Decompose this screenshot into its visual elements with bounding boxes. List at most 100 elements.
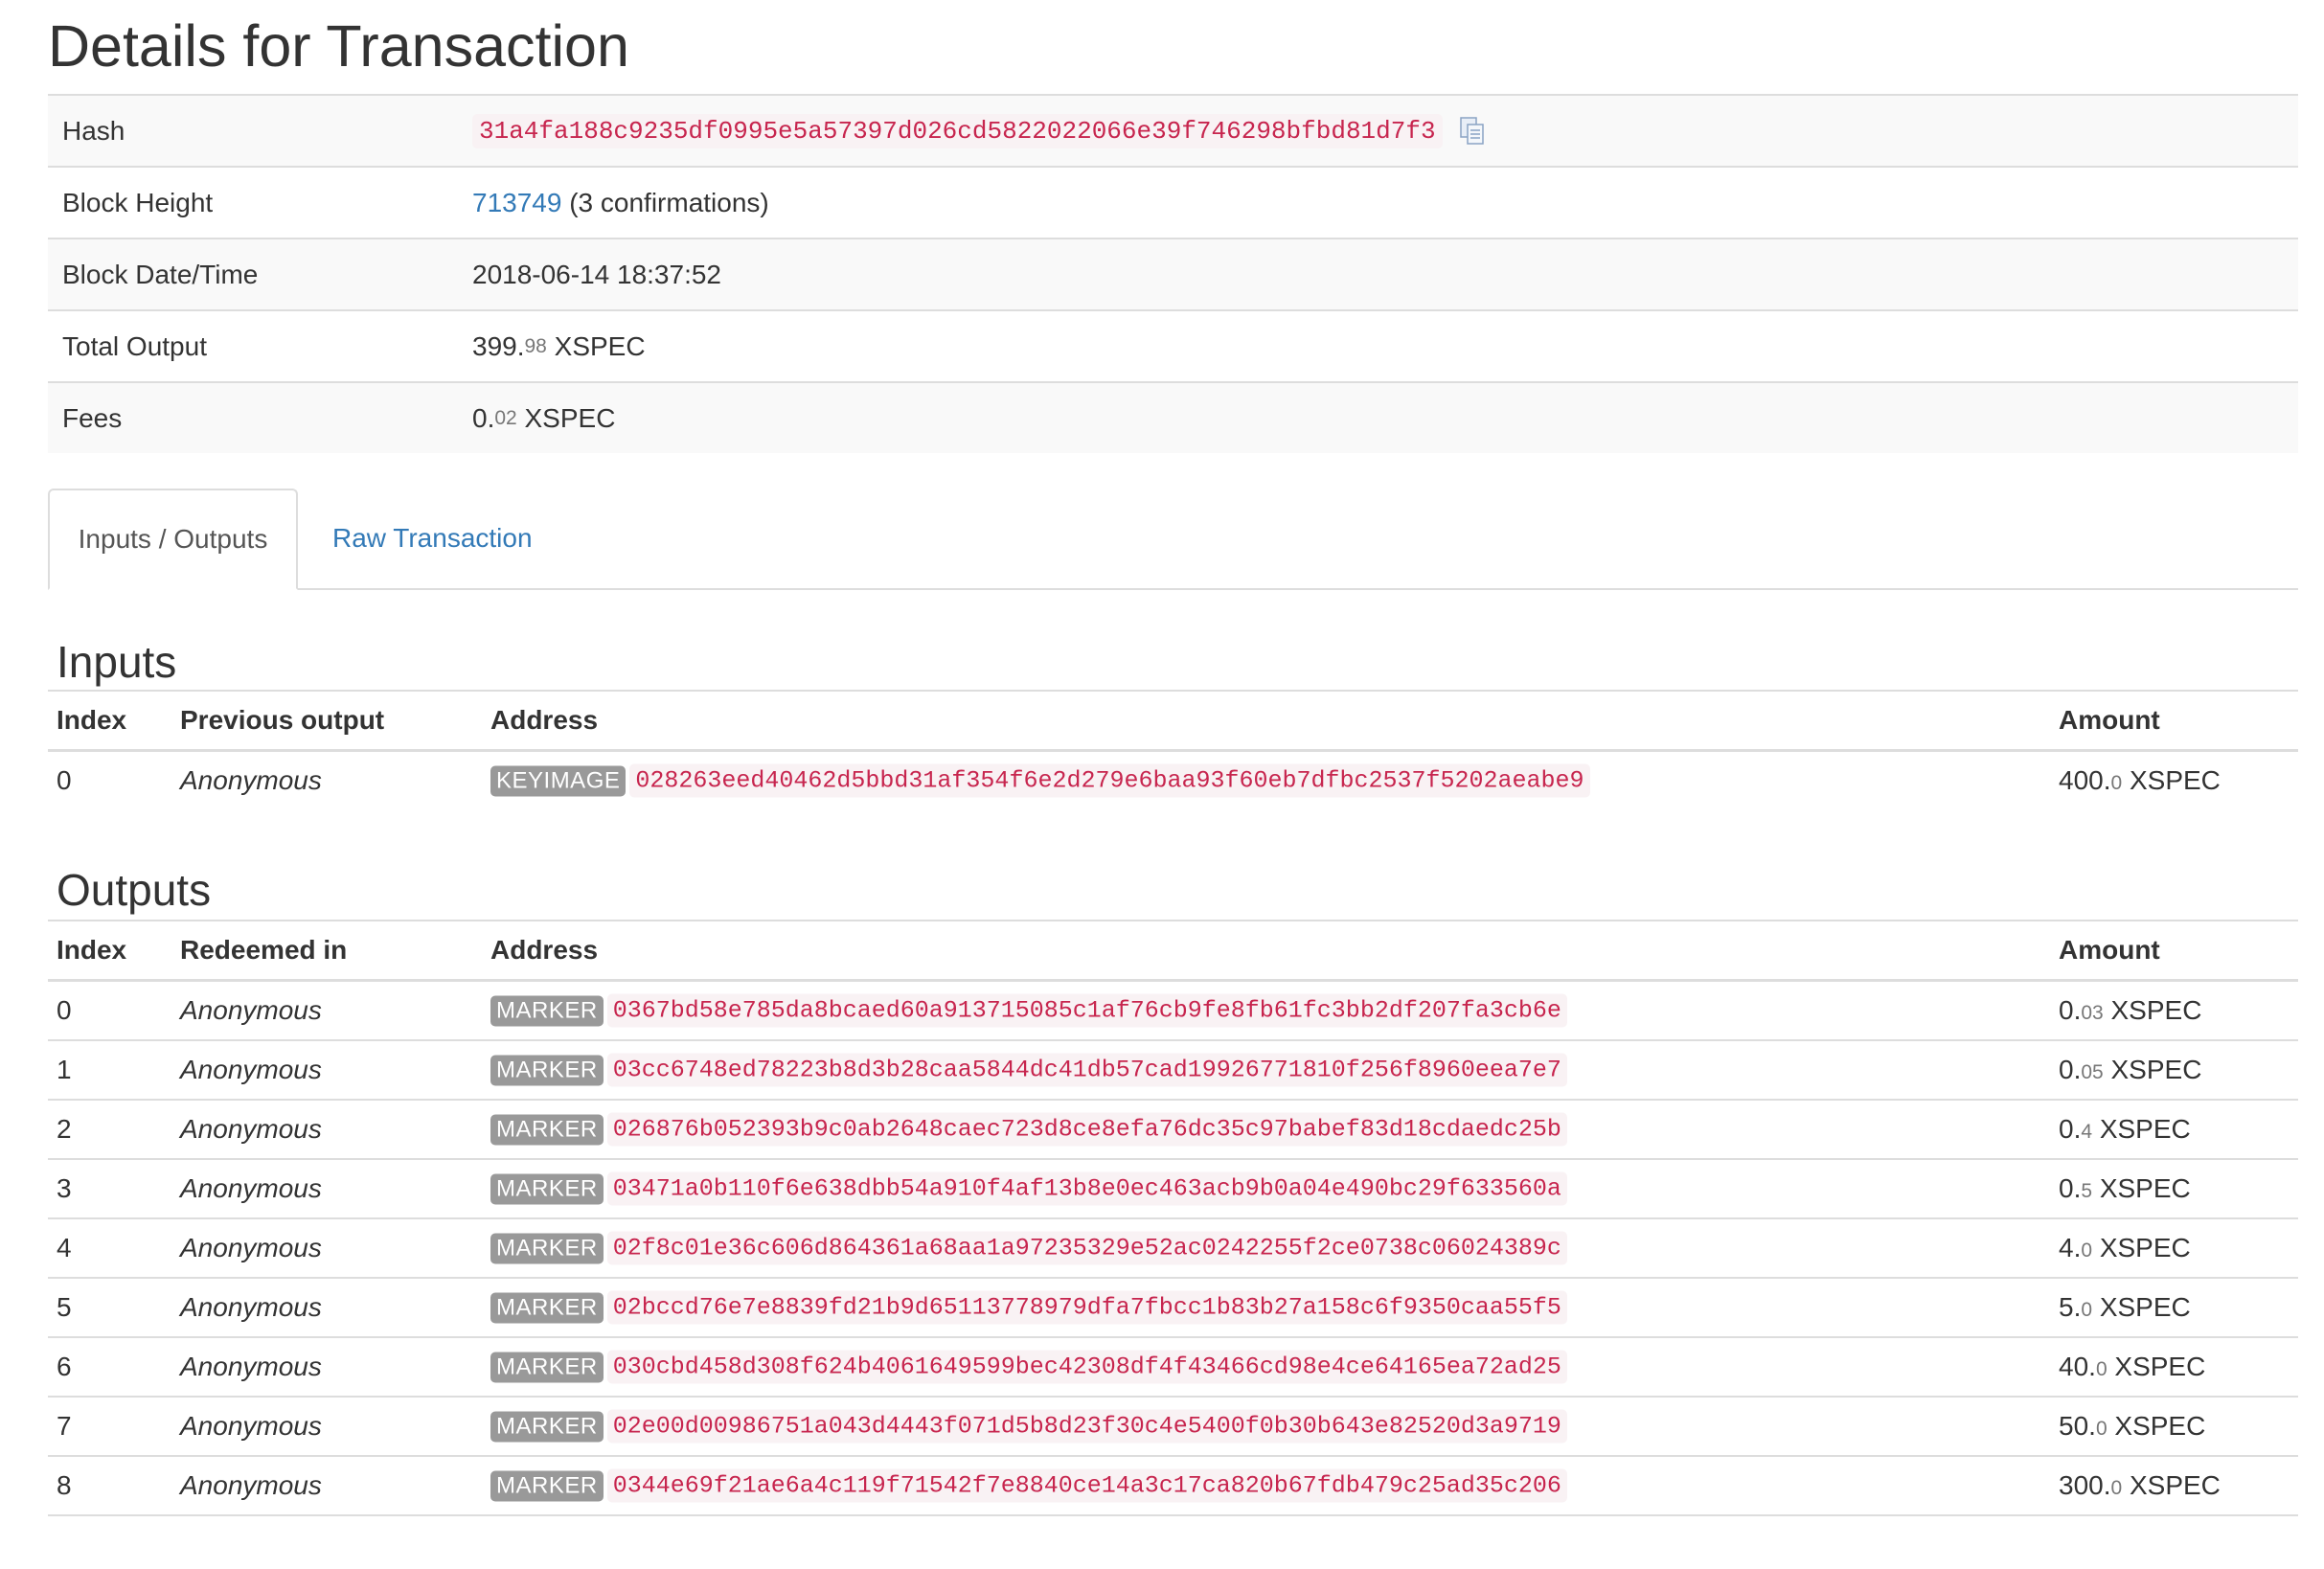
row-redeemed-in: Anonymous [180, 1292, 322, 1322]
row-address: MARKER 02bccd76e7e8839fd21b9d65113778979d… [490, 1290, 1567, 1325]
inputs-header-index: Index [57, 705, 127, 735]
row-address: MARKER 0344e69f21ae6a4c119f71542f7e8840ce… [490, 1468, 1567, 1503]
outputs-header-row: Index Redeemed in Address Amount [48, 921, 2298, 982]
row-address: KEYIMAGE 028263eed40462d5bbd31af354f6e2d2… [490, 763, 1590, 798]
amount-int: 50. [2059, 1411, 2096, 1441]
total-output-label: Total Output [62, 330, 207, 361]
address-value[interactable]: 02e00d00986751a043d4443f071d5b8d23f30c4e… [606, 1409, 1567, 1444]
block-height-link[interactable]: 713749 [472, 188, 561, 218]
address-value[interactable]: 02f8c01e36c606d864361a68aa1a97235329e52a… [606, 1231, 1567, 1265]
row-redeemed-in: Anonymous [180, 1411, 322, 1441]
address-type-badge: MARKER [490, 1173, 604, 1204]
row-address: MARKER 03471a0b110f6e638dbb54a910f4af13b8… [490, 1171, 1567, 1206]
amount-frac: 03 [2081, 1002, 2104, 1024]
block-datetime-label: Block Date/Time [62, 259, 259, 289]
row-index: 6 [57, 1352, 72, 1381]
hash-label: Hash [62, 115, 125, 146]
amount-unit: XSPEC [2099, 1233, 2191, 1262]
inputs-heading: Inputs [57, 637, 177, 687]
amount-unit: XSPEC [2129, 1470, 2221, 1500]
amount-unit: XSPEC [2129, 765, 2221, 795]
amount-int: 300. [2059, 1470, 2111, 1500]
page-title: Details for Transaction [48, 13, 629, 79]
address-type-badge: MARKER [490, 1411, 604, 1442]
fees-unit: XSPEC [524, 402, 616, 433]
row-amount: 0.03 XSPEC [2059, 995, 2201, 1026]
inputs-table: Index Previous output Address Amount 0 An… [48, 690, 2298, 809]
hash-value[interactable]: 31a4fa188c9235df0995e5a57397d026cd582202… [472, 113, 1443, 148]
inputs-header-amount: Amount [2059, 705, 2160, 735]
tab-inputs-outputs[interactable]: Inputs / Outputs [48, 489, 298, 590]
amount-unit: XSPEC [2114, 1411, 2206, 1441]
table-row: 6 Anonymous MARKER 030cbd458d308f624b406164… [48, 1338, 2298, 1398]
address-value[interactable]: 0367bd58e785da8bcaed60a913715085c1af76cb… [606, 993, 1567, 1028]
tab-bar: Inputs / Outputs Raw Transaction [48, 489, 2298, 590]
row-address: MARKER 0367bd58e785da8bcaed60a913715085c1… [490, 993, 1567, 1028]
block-height-value-cell: 713749 (3 confirmations) [472, 188, 769, 218]
inputs-header-row: Index Previous output Address Amount [48, 692, 2298, 752]
row-index: 0 [57, 765, 72, 795]
confirmations-text: (3 confirmations) [569, 187, 769, 217]
address-type-badge: MARKER [490, 1470, 604, 1501]
table-row: 8 Anonymous MARKER 0344e69f21ae6a4c119f7154… [48, 1457, 2298, 1516]
table-row: 3 Anonymous MARKER 03471a0b110f6e638dbb54a9… [48, 1160, 2298, 1219]
amount-int: 0. [2059, 1114, 2082, 1144]
inputs-header-address: Address [490, 705, 599, 735]
row-amount: 0.05 XSPEC [2059, 1055, 2201, 1085]
outputs-heading: Outputs [57, 865, 212, 915]
hash-value-cell: 31a4fa188c9235df0995e5a57397d026cd582202… [472, 113, 1487, 148]
row-redeemed-in: Anonymous [180, 995, 322, 1025]
address-value[interactable]: 026876b052393b9c0ab2648caec723d8ce8efa76… [606, 1112, 1567, 1147]
amount-int: 5. [2059, 1292, 2082, 1322]
amount-unit: XSPEC [2114, 1352, 2206, 1381]
address-value[interactable]: 03471a0b110f6e638dbb54a910f4af13b8e0ec46… [606, 1171, 1567, 1206]
address-value[interactable]: 0344e69f21ae6a4c119f71542f7e8840ce14a3c1… [606, 1468, 1567, 1503]
total-output-frac: 98 [524, 334, 547, 357]
tab-raw-transaction[interactable]: Raw Transaction [332, 489, 533, 588]
address-value[interactable]: 03cc6748ed78223b8d3b28caa5844dc41db57cad… [606, 1053, 1567, 1087]
address-value[interactable]: 02bccd76e7e8839fd21b9d65113778979dfa7fbc… [606, 1290, 1567, 1325]
outputs-header-index: Index [57, 935, 127, 965]
amount-unit: XSPEC [2099, 1292, 2191, 1322]
row-redeemed-in: Anonymous [180, 1055, 322, 1084]
fees-label: Fees [62, 402, 123, 433]
outputs-header-amount: Amount [2059, 935, 2160, 965]
table-row: 7 Anonymous MARKER 02e00d00986751a043d4443f… [48, 1398, 2298, 1457]
address-type-badge: MARKER [490, 1114, 604, 1145]
inputs-header-prev: Previous output [180, 705, 385, 735]
amount-int: 0. [2059, 1055, 2082, 1084]
amount-int: 4. [2059, 1233, 2082, 1262]
details-row-fees: Fees 0. 02 XSPEC [48, 383, 2298, 453]
address-type-badge: MARKER [490, 1233, 604, 1263]
row-amount: 40.0 XSPEC [2059, 1352, 2205, 1382]
row-address: MARKER 02f8c01e36c606d864361a68aa1a972353… [490, 1231, 1567, 1265]
address-value[interactable]: 030cbd458d308f624b4061649599bec42308df4f… [606, 1350, 1567, 1384]
amount-frac: 0 [2081, 1299, 2093, 1321]
table-row: 4 Anonymous MARKER 02f8c01e36c606d864361a68… [48, 1219, 2298, 1279]
block-height-label: Block Height [62, 187, 214, 217]
row-index: 0 [57, 995, 72, 1025]
address-value[interactable]: 028263eed40462d5bbd31af354f6e2d279e6baa9… [629, 763, 1590, 798]
details-row-block-datetime: Block Date/Time 2018-06-14 18:37:52 [48, 239, 2298, 311]
row-index: 2 [57, 1114, 72, 1144]
row-redeemed-in: Anonymous [180, 1173, 322, 1203]
outputs-table: Index Redeemed in Address Amount 0 Anonym… [48, 920, 2298, 1516]
row-index: 5 [57, 1292, 72, 1322]
amount-int: 0. [2059, 995, 2082, 1025]
address-type-badge: MARKER [490, 1055, 604, 1085]
details-row-hash: Hash 31a4fa188c9235df0995e5a57397d026cd5… [48, 96, 2298, 168]
total-output-int: 399. [472, 330, 525, 361]
copy-icon[interactable] [1458, 116, 1487, 147]
amount-frac: 0 [2110, 772, 2123, 794]
amount-unit: XSPEC [2110, 1055, 2202, 1084]
row-index: 8 [57, 1470, 72, 1500]
row-amount: 5.0 XSPEC [2059, 1292, 2191, 1323]
total-output-value: 399. 98 XSPEC [472, 331, 646, 362]
table-row: 5 Anonymous MARKER 02bccd76e7e8839fd21b9d65… [48, 1279, 2298, 1338]
row-redeemed-in: Anonymous [180, 1233, 322, 1262]
amount-int: 0. [2059, 1173, 2082, 1203]
row-index: 1 [57, 1055, 72, 1084]
table-row: 0 Anonymous KEYIMAGE 028263eed40462d5bbd31a… [48, 752, 2298, 809]
amount-unit: XSPEC [2099, 1173, 2191, 1203]
row-index: 3 [57, 1173, 72, 1203]
